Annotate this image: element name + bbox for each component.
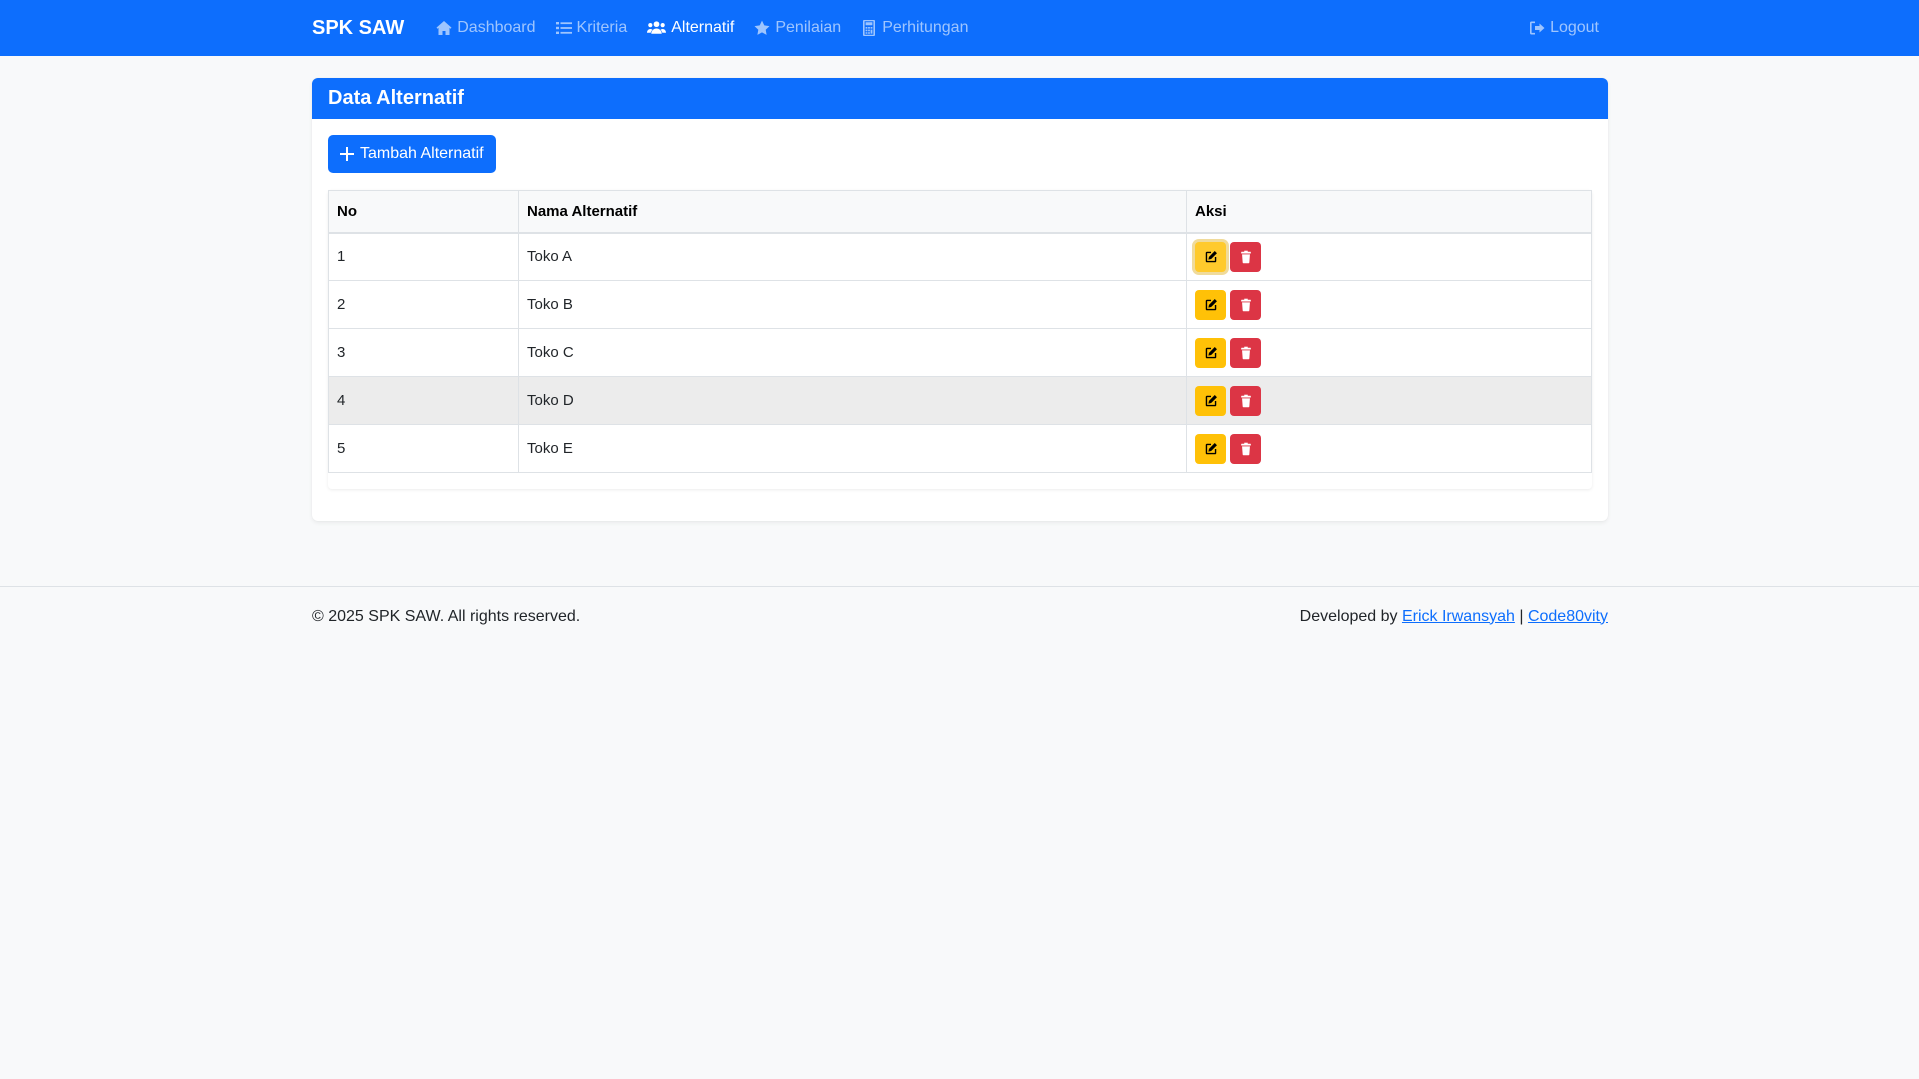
footer-container: © 2025 SPK SAW. All rights reserved. Dev… [312,587,1608,646]
cell-no: 2 [328,280,519,329]
row-actions [1195,337,1583,368]
alternatif-card: Data Alternatif Tambah Alternatif No Nam… [312,78,1608,521]
delete-button[interactable] [1230,241,1261,272]
card-title: Data Alternatif [312,78,1608,119]
navbar: SPK SAW Dashboard Kriteria Alternatif Pe… [0,0,1919,56]
cell-no: 4 [328,376,519,425]
row-actions [1195,385,1583,416]
edit-icon [1205,394,1217,406]
alternatif-table: No Nama Alternatif Aksi 1 Toko A 2 Toko … [328,190,1592,473]
star-icon [754,20,770,35]
logout-label: Logout [1550,19,1599,36]
cell-nama: Toko D [518,376,1187,425]
edit-button[interactable] [1195,337,1226,368]
table-header-row: No Nama Alternatif Aksi [328,190,1592,234]
org-link[interactable]: Code80vity [1528,608,1608,625]
logout-icon [1530,21,1545,35]
cell-nama: Toko C [518,328,1187,377]
users-icon [647,21,667,34]
cell-no: 1 [328,232,519,281]
trash-icon [1240,298,1251,311]
row-actions [1195,241,1583,272]
cell-nama: Toko E [518,424,1187,473]
cell-aksi [1186,328,1592,377]
header-no: No [328,190,519,234]
developer-credit: Developed by Erick Irwansyah | Code80vit… [1300,608,1608,626]
nav-link-kriteria[interactable]: Kriteria [548,11,636,45]
table-row: 2 Toko B [328,280,1592,329]
cell-aksi [1186,232,1592,281]
header-nama: Nama Alternatif [518,190,1187,234]
row-actions [1195,433,1583,464]
copyright-text: © 2025 SPK SAW. All rights reserved. [312,607,581,625]
trash-icon [1240,346,1251,359]
edit-icon [1205,250,1217,262]
edit-button[interactable] [1195,385,1226,416]
table-row: 3 Toko C [328,328,1592,377]
home-icon [436,21,452,35]
add-alternatif-label: Tambah Alternatif [360,145,484,162]
nav-links: Dashboard Kriteria Alternatif Penilaian … [428,11,1607,45]
delete-button[interactable] [1230,385,1261,416]
delete-button[interactable] [1230,433,1261,464]
footer: © 2025 SPK SAW. All rights reserved. Dev… [0,586,1919,646]
cell-aksi [1186,376,1592,425]
nav-link-dashboard[interactable]: Dashboard [428,11,543,45]
edit-button[interactable] [1195,241,1226,272]
edit-button[interactable] [1195,289,1226,320]
author-link[interactable]: Erick Irwansyah [1402,608,1515,625]
nav-link-perhitungan[interactable]: Perhitungan [853,11,976,45]
list-icon [555,22,572,34]
trash-icon [1240,442,1251,455]
row-actions [1195,289,1583,320]
cell-nama: Toko B [518,280,1187,329]
table-wrapper: No Nama Alternatif Aksi 1 Toko A 2 Toko … [328,190,1592,489]
edit-icon [1205,298,1217,310]
cell-no: 3 [328,328,519,377]
cell-no: 5 [328,424,519,473]
logout-link[interactable]: Logout [1521,11,1607,45]
table-row: 5 Toko E [328,424,1592,473]
navbar-container: SPK SAW Dashboard Kriteria Alternatif Pe… [312,0,1607,56]
trash-icon [1240,394,1251,407]
table-row: 1 Toko A [328,232,1592,281]
edit-button[interactable] [1195,433,1226,464]
nav-link-label: Dashboard [457,19,536,36]
edit-icon [1205,442,1217,454]
cell-aksi [1186,424,1592,473]
nav-link-label: Kriteria [576,19,628,36]
nav-link-label: Alternatif [671,19,735,36]
plus-icon [340,147,354,161]
table-row: 4 Toko D [328,376,1592,425]
cell-nama: Toko A [518,232,1187,281]
header-aksi: Aksi [1186,190,1592,234]
calculator-icon [863,20,876,36]
cell-aksi [1186,280,1592,329]
nav-link-label: Penilaian [775,19,842,36]
credit-separator: | [1519,607,1524,625]
nav-link-penilaian[interactable]: Penilaian [746,11,849,45]
developed-by-label: Developed by [1299,607,1398,625]
add-alternatif-button[interactable]: Tambah Alternatif [328,135,496,173]
trash-icon [1240,250,1251,264]
brand-link[interactable]: SPK SAW [312,17,404,40]
edit-icon [1205,346,1217,358]
nav-link-alternatif[interactable]: Alternatif [639,11,742,45]
delete-button[interactable] [1230,289,1261,320]
card-body: Tambah Alternatif No Nama Alternatif Aks… [312,119,1608,505]
delete-button[interactable] [1230,337,1261,368]
nav-link-label: Perhitungan [882,19,969,36]
